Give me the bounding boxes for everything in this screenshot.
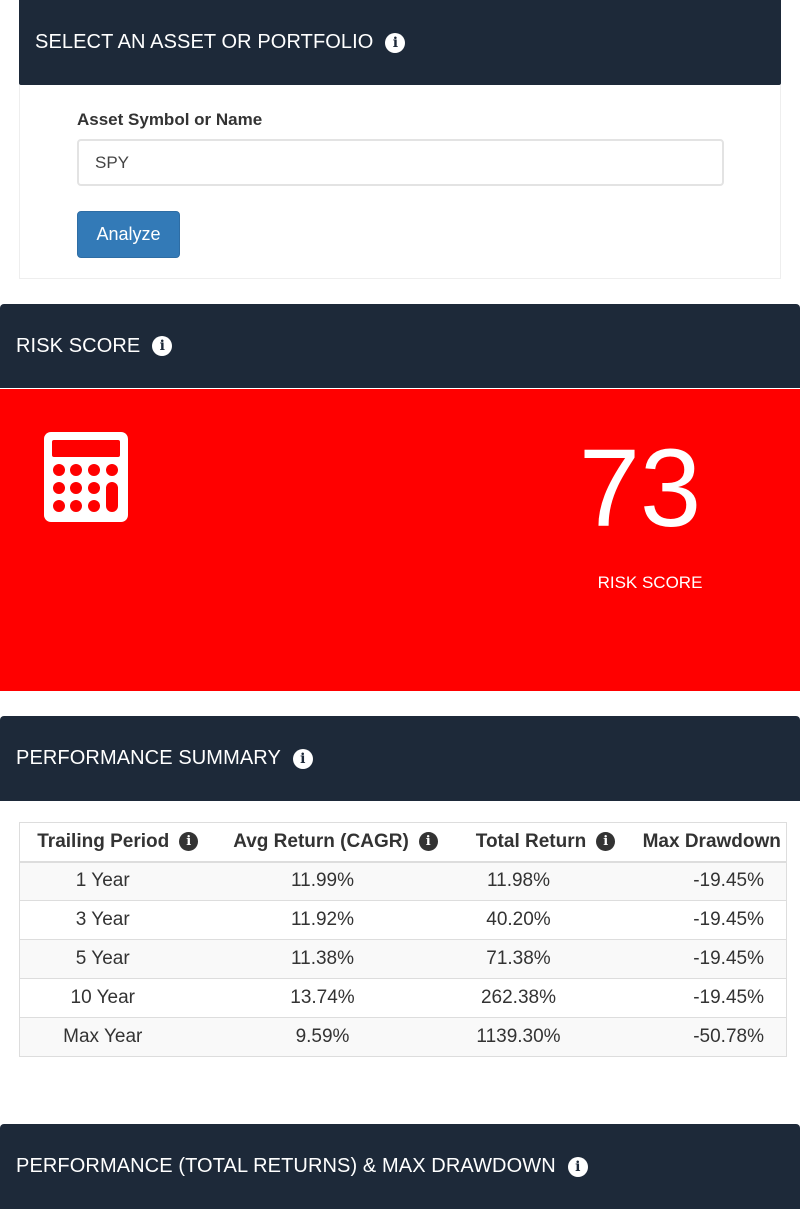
period-cell: 5 Year (19, 939, 216, 979)
cagr-cell: 9.59% (215, 1017, 456, 1057)
total-return-cell: 11.98% (455, 861, 636, 901)
period-cell: 1 Year (19, 861, 216, 901)
risk-score-body: 73 RISK SCORE (0, 389, 800, 691)
asset-symbol-input[interactable] (77, 139, 724, 186)
max-drawdown-cell: -19.45% (635, 900, 787, 940)
analyze-button[interactable]: Analyze (77, 211, 180, 258)
table-header-row: Trailing Period i Avg Return (CAGR) i Tota… (19, 822, 787, 863)
select-asset-body: Asset Symbol or Name Analyze (19, 85, 781, 279)
column-header-trailing-period[interactable]: Trailing Period i (19, 822, 216, 863)
risk-score-value: 73 (578, 427, 702, 550)
cagr-cell: 11.92% (215, 900, 456, 940)
risk-score-caption: RISK SCORE (597, 573, 703, 592)
risk-score-header: RISK SCORE i (0, 304, 800, 388)
max-drawdown-cell: -50.78% (635, 1017, 787, 1057)
info-icon[interactable]: i (385, 32, 406, 53)
cagr-cell: 11.99% (215, 861, 456, 901)
period-cell: Max Year (19, 1017, 216, 1057)
total-return-cell: 71.38% (455, 939, 636, 979)
max-drawdown-cell: -19.45% (635, 861, 787, 901)
column-header-avg-return[interactable]: Avg Return (CAGR) i (215, 822, 456, 863)
period-cell: 10 Year (19, 978, 216, 1018)
table-row: Max Year 9.59% 1139.30% -50.78% (19, 1017, 787, 1057)
info-icon[interactable]: i (567, 1156, 588, 1177)
max-drawdown-cell: -19.45% (635, 978, 787, 1018)
info-icon[interactable]: i (596, 832, 616, 852)
performance-chart-header: PERFORMANCE (TOTAL RETURNS) & MAX DRAWDO… (0, 1124, 800, 1209)
asset-symbol-label: Asset Symbol or Name (77, 110, 263, 129)
info-icon[interactable]: i (292, 748, 313, 769)
calculator-icon (44, 432, 128, 522)
select-asset-header: SELECT AN ASSET OR PORTFOLIO i (19, 0, 781, 85)
risk-score-title: RISK SCORE (16, 334, 141, 357)
table-row: 10 Year 13.74% 262.38% -19.45% (19, 978, 787, 1018)
info-icon[interactable]: i (418, 832, 438, 852)
performance-chart-title: PERFORMANCE (TOTAL RETURNS) & MAX DRAWDO… (16, 1155, 556, 1177)
period-cell: 3 Year (19, 900, 216, 940)
select-asset-title: SELECT AN ASSET OR PORTFOLIO (35, 31, 374, 53)
cagr-cell: 11.38% (215, 939, 456, 979)
total-return-cell: 262.38% (455, 978, 636, 1018)
table-row: 3 Year 11.92% 40.20% -19.45% (19, 900, 787, 940)
total-return-cell: 40.20% (455, 900, 636, 940)
table-row: 5 Year 11.38% 71.38% -19.45% (19, 939, 787, 979)
total-return-cell: 1139.30% (455, 1017, 636, 1057)
performance-summary-title: PERFORMANCE SUMMARY (16, 747, 281, 769)
info-icon[interactable]: i (152, 336, 173, 356)
cagr-cell: 13.74% (215, 978, 456, 1018)
table-row: 1 Year 11.99% 11.98% -19.45% (19, 861, 787, 901)
column-header-total-return[interactable]: Total Return i (455, 822, 636, 863)
column-header-max-drawdown[interactable]: Max Drawdown (635, 822, 787, 863)
max-drawdown-cell: -19.45% (635, 939, 787, 979)
performance-summary-table: Trailing Period i Avg Return (CAGR) i Tota… (19, 822, 787, 1057)
performance-summary-header: PERFORMANCE SUMMARY i (0, 716, 800, 801)
info-icon[interactable]: i (179, 832, 199, 852)
